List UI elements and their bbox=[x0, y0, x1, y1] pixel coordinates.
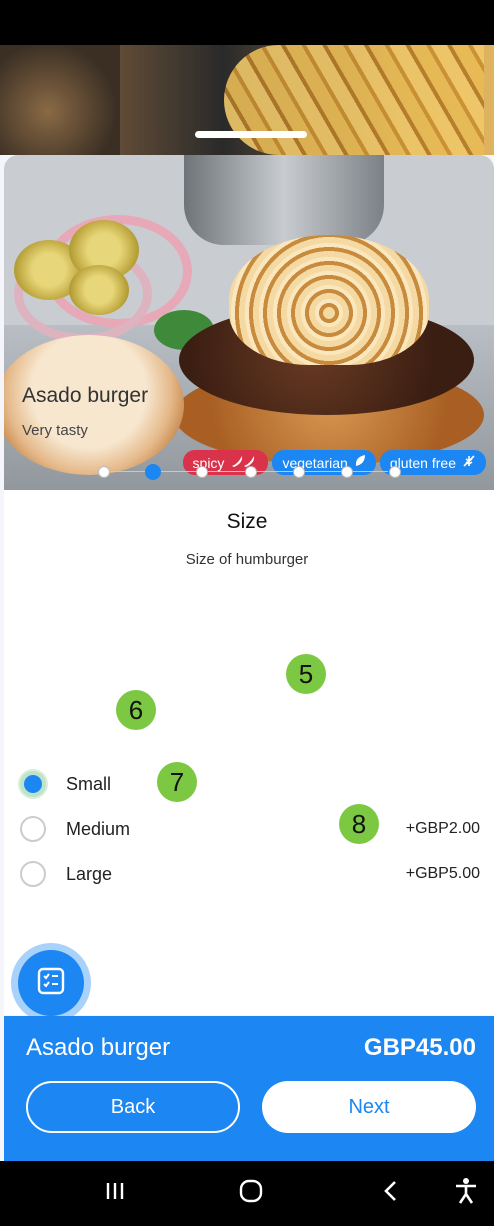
recent-apps-button[interactable] bbox=[90, 1161, 140, 1226]
step-dot bbox=[245, 466, 257, 478]
marker-badge-6: 6 bbox=[116, 690, 156, 730]
step-dot-current bbox=[145, 464, 161, 480]
step-dot bbox=[389, 466, 401, 478]
product-image: spicy vegetarian gluten free bbox=[4, 155, 494, 490]
option-medium[interactable]: Medium +GBP2.00 bbox=[20, 812, 480, 846]
order-summary-button[interactable] bbox=[18, 950, 84, 1016]
step-dot bbox=[98, 466, 110, 478]
home-button[interactable] bbox=[226, 1161, 276, 1226]
option-medium-price: +GBP2.00 bbox=[405, 820, 480, 837]
next-button[interactable]: Next bbox=[262, 1081, 476, 1133]
step-title: Size bbox=[226, 510, 268, 533]
step-dot bbox=[293, 466, 305, 478]
system-navigation-bar bbox=[0, 1161, 494, 1226]
product-name: Asado burger bbox=[22, 384, 149, 407]
product-description: Very tasty bbox=[22, 422, 88, 439]
option-large-label: Large bbox=[66, 863, 113, 884]
marker-badge-5: 5 bbox=[286, 654, 326, 694]
no-wheat-icon bbox=[462, 454, 476, 471]
radio-large[interactable] bbox=[20, 861, 46, 887]
radio-medium[interactable] bbox=[20, 816, 46, 842]
option-small[interactable]: Small bbox=[20, 767, 480, 801]
option-medium-label: Medium bbox=[66, 818, 131, 839]
back-button[interactable]: Back bbox=[26, 1081, 240, 1133]
checklist-icon bbox=[36, 966, 66, 1001]
sheet-grab-handle[interactable] bbox=[195, 131, 307, 138]
option-large-price: +GBP5.00 bbox=[405, 865, 480, 882]
step-dot bbox=[196, 466, 208, 478]
option-large[interactable]: Large +GBP5.00 bbox=[20, 857, 480, 891]
background-food-photo bbox=[0, 45, 494, 155]
step-subtitle: Size of humburger bbox=[185, 551, 309, 568]
accessibility-icon bbox=[453, 1177, 479, 1210]
step-progress bbox=[94, 464, 401, 480]
status-bar bbox=[0, 0, 494, 45]
order-footer: Asado burger GBP45.00 Back Next bbox=[4, 1016, 494, 1161]
step-dot bbox=[341, 466, 353, 478]
back-nav-button[interactable] bbox=[366, 1161, 416, 1226]
option-small-label: Small bbox=[66, 773, 112, 794]
recent-apps-icon bbox=[104, 1180, 126, 1207]
home-icon bbox=[238, 1178, 264, 1209]
radio-small[interactable] bbox=[20, 771, 46, 797]
accessibility-button[interactable] bbox=[444, 1161, 488, 1226]
footer-total-price: GBP45.00 bbox=[363, 1034, 476, 1061]
footer-product-name: Asado burger bbox=[26, 1034, 171, 1061]
back-arrow-icon bbox=[382, 1179, 400, 1208]
